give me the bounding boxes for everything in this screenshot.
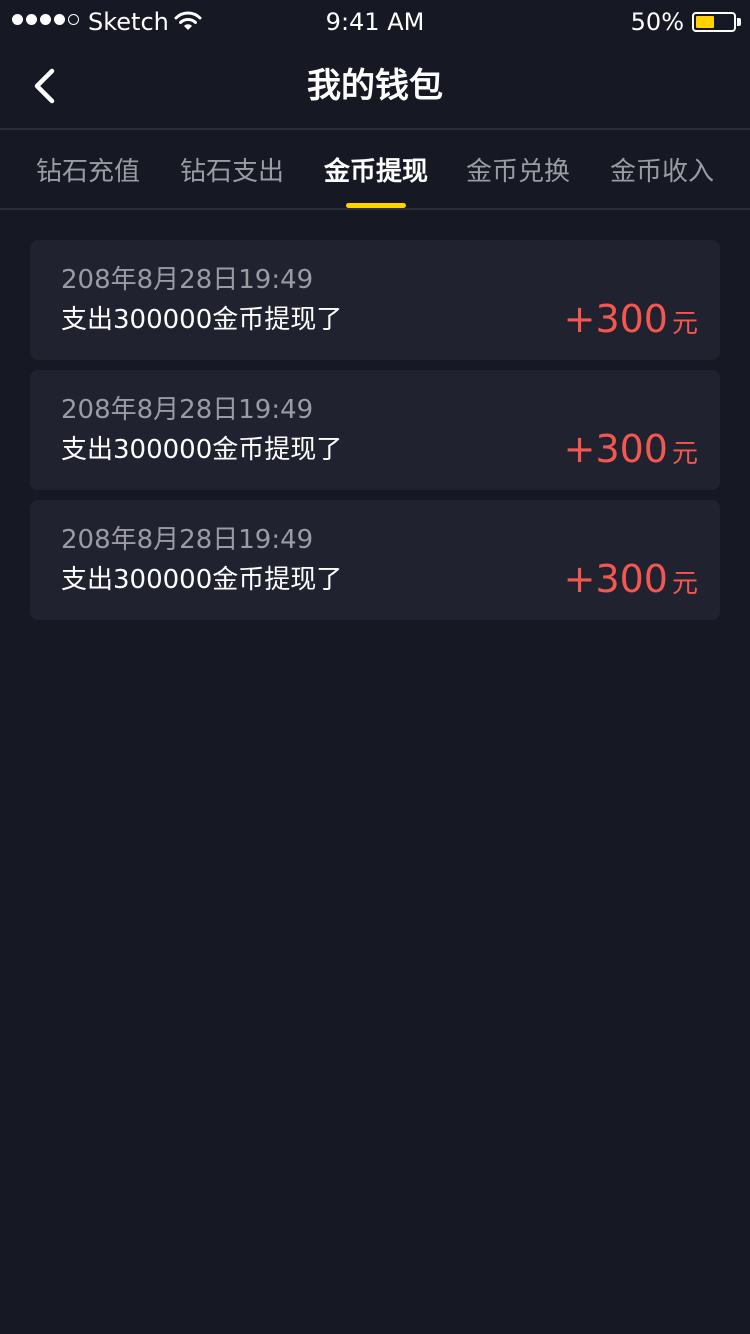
tab-coin-exchange[interactable]: 金币兑换 xyxy=(443,130,593,208)
list-item[interactable]: 208年8月28日19:49 支出300000金币提现了 +300 元 xyxy=(30,240,720,360)
tab-coin-income[interactable]: 金币收入 xyxy=(587,130,737,208)
battery-percent: 50% xyxy=(630,8,684,36)
amount-unit: 元 xyxy=(671,439,698,469)
nav-bar: 我的钱包 xyxy=(0,44,750,130)
record-amount: +300 元 xyxy=(564,426,698,477)
record-amount: +300 元 xyxy=(564,296,698,347)
status-bar: Sketch 9:41 AM 50% xyxy=(0,0,750,44)
record-time: 208年8月28日19:49 xyxy=(61,525,314,555)
tab-diamond-expense[interactable]: 钻石支出 xyxy=(157,130,307,208)
amount-value: +300 xyxy=(563,297,668,341)
active-tab-indicator xyxy=(346,203,406,208)
page-title: 我的钱包 xyxy=(307,66,443,106)
record-time: 208年8月28日19:49 xyxy=(61,265,314,295)
battery-icon xyxy=(692,12,736,32)
amount-value: +300 xyxy=(563,557,668,601)
record-description: 支出300000金币提现了 xyxy=(61,565,343,595)
list-item[interactable]: 208年8月28日19:49 支出300000金币提现了 +300 元 xyxy=(30,500,720,620)
record-amount: +300 元 xyxy=(564,556,698,607)
record-description: 支出300000金币提现了 xyxy=(61,305,343,335)
battery-tip xyxy=(737,18,741,26)
amount-unit: 元 xyxy=(671,569,698,599)
amount-value: +300 xyxy=(563,427,668,471)
tab-coin-withdraw[interactable]: 金币提现 xyxy=(301,130,451,208)
battery-fill xyxy=(696,16,714,28)
list-item[interactable]: 208年8月28日19:49 支出300000金币提现了 +300 元 xyxy=(30,370,720,490)
record-description: 支出300000金币提现了 xyxy=(61,435,343,465)
tab-diamond-recharge[interactable]: 钻石充值 xyxy=(13,130,163,208)
amount-unit: 元 xyxy=(671,309,698,339)
record-list: 208年8月28日19:49 支出300000金币提现了 +300 元 208年8… xyxy=(30,240,720,630)
record-time: 208年8月28日19:49 xyxy=(61,395,314,425)
tab-bar: 钻石充值 钻石支出 金币提现 金币兑换 金币收入 xyxy=(0,130,750,210)
